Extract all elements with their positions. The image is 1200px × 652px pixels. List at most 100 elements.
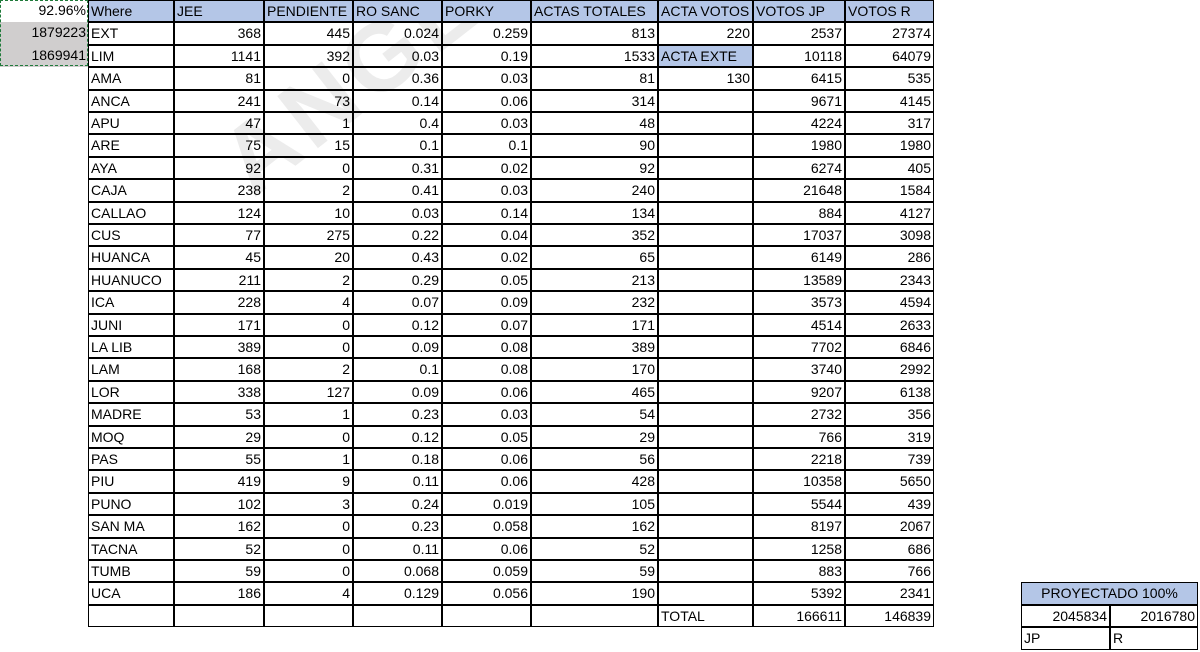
header-pendiente[interactable]: PENDIENTE <box>264 0 353 23</box>
cell-votos-r[interactable]: 766 <box>845 560 934 583</box>
cell-total-empty[interactable] <box>174 604 264 628</box>
cell-ro-sanc[interactable]: 0.22 <box>353 224 442 247</box>
cell-jee[interactable]: 389 <box>174 336 264 359</box>
cell-where[interactable]: CUS <box>88 224 174 247</box>
cell-pendiente[interactable]: 0 <box>264 156 353 180</box>
cell-where[interactable]: LA LIB <box>88 336 174 359</box>
cell-actas-totales[interactable]: 105 <box>531 492 658 516</box>
cell-porky[interactable]: 0.02 <box>442 246 531 269</box>
cell-jee[interactable]: 241 <box>174 89 264 112</box>
total-label[interactable]: TOTAL <box>658 604 753 628</box>
cell-where[interactable]: EXT <box>88 22 174 45</box>
cell-where[interactable]: CAJA <box>88 179 174 202</box>
cell-jee[interactable]: 55 <box>174 448 264 471</box>
cell-acta-votos[interactable] <box>658 134 753 157</box>
cell-acta-votos[interactable] <box>658 560 753 583</box>
cell-porky[interactable]: 0.059 <box>442 560 531 583</box>
cell-votos-r[interactable]: 405 <box>845 156 934 180</box>
cell-porky[interactable]: 0.06 <box>442 537 531 560</box>
cell-actas-totales[interactable]: 65 <box>531 246 658 269</box>
cell-votos-r[interactable]: 1980 <box>845 134 934 157</box>
cell-votos-r[interactable]: 317 <box>845 112 934 135</box>
cell-ro-sanc[interactable]: 0.1 <box>353 134 442 157</box>
cell-actas-totales[interactable]: 171 <box>531 313 658 336</box>
cell-pendiente[interactable]: 20 <box>264 246 353 269</box>
cell-pendiente[interactable]: 0 <box>264 425 353 448</box>
cell-votos-r[interactable]: 64079 <box>845 44 934 68</box>
cell-ro-sanc[interactable]: 0.12 <box>353 313 442 336</box>
cell-jee[interactable]: 162 <box>174 515 264 538</box>
cell-jee[interactable]: 52 <box>174 537 264 560</box>
cell-where[interactable]: LAM <box>88 358 174 381</box>
cell-total-empty[interactable] <box>442 604 531 628</box>
cell-ro-sanc[interactable]: 0.12 <box>353 425 442 448</box>
cell-jee[interactable]: 228 <box>174 291 264 314</box>
cell-actas-totales[interactable]: 162 <box>531 515 658 538</box>
cell-pendiente[interactable]: 275 <box>264 224 353 247</box>
cell-jee[interactable]: 47 <box>174 112 264 135</box>
cell-porky[interactable]: 0.1 <box>442 134 531 157</box>
cell-votos-r[interactable]: 27374 <box>845 22 934 45</box>
cell-actas-totales[interactable]: 29 <box>531 425 658 448</box>
cell-pendiente[interactable]: 127 <box>264 380 353 404</box>
cell-actas-totales[interactable]: 428 <box>531 470 658 493</box>
cell-votos-jp[interactable]: 6415 <box>753 67 845 90</box>
projection-jp-value[interactable]: 2045834 <box>1021 604 1110 628</box>
cell-where[interactable]: MADRE <box>88 403 174 426</box>
cell-jee[interactable]: 45 <box>174 246 264 269</box>
cell-acta-votos[interactable] <box>658 268 753 292</box>
cell-votos-jp[interactable]: 17037 <box>753 224 845 247</box>
cell-votos-r[interactable]: 6138 <box>845 380 934 404</box>
cell-votos-jp[interactable]: 766 <box>753 425 845 448</box>
cell-votos-jp[interactable]: 884 <box>753 201 845 224</box>
cell-where[interactable]: APU <box>88 112 174 135</box>
cell-ro-sanc[interactable]: 0.09 <box>353 380 442 404</box>
cell-jee[interactable]: 77 <box>174 224 264 247</box>
cell-votos-jp[interactable]: 4514 <box>753 313 845 336</box>
cell-ro-sanc[interactable]: 0.23 <box>353 515 442 538</box>
cell-porky[interactable]: 0.06 <box>442 448 531 471</box>
cell-acta-votos[interactable] <box>658 291 753 314</box>
cell-porky[interactable]: 0.06 <box>442 470 531 493</box>
cell-jee[interactable]: 102 <box>174 492 264 516</box>
cell-porky[interactable]: 0.06 <box>442 89 531 112</box>
cell-jee[interactable]: 211 <box>174 268 264 292</box>
cell-actas-totales[interactable]: 54 <box>531 403 658 426</box>
cell-votos-r[interactable]: 356 <box>845 403 934 426</box>
cell-pendiente[interactable]: 445 <box>264 22 353 45</box>
cell-pendiente[interactable]: 3 <box>264 492 353 516</box>
cell-porky[interactable]: 0.259 <box>442 22 531 45</box>
cell-porky[interactable]: 0.08 <box>442 336 531 359</box>
cell-where[interactable]: JUNI <box>88 313 174 336</box>
cell-acta-votos[interactable] <box>658 403 753 426</box>
cell-votos-jp[interactable]: 883 <box>753 560 845 583</box>
cell-pendiente[interactable]: 73 <box>264 89 353 112</box>
cell-where[interactable]: AMA <box>88 67 174 90</box>
cell-votos-r[interactable]: 319 <box>845 425 934 448</box>
cell-jee[interactable]: 75 <box>174 134 264 157</box>
cell-ro-sanc[interactable]: 0.36 <box>353 67 442 90</box>
cell-acta-votos[interactable] <box>658 380 753 404</box>
cell-ro-sanc[interactable]: 0.14 <box>353 89 442 112</box>
cell-porky[interactable]: 0.019 <box>442 492 531 516</box>
cell-porky[interactable]: 0.05 <box>442 425 531 448</box>
cell-votos-jp[interactable]: 21648 <box>753 179 845 202</box>
cell-porky[interactable]: 0.03 <box>442 403 531 426</box>
cell-votos-jp[interactable]: 5544 <box>753 492 845 516</box>
cell-votos-jp[interactable]: 5392 <box>753 582 845 605</box>
cell-porky[interactable]: 0.08 <box>442 358 531 381</box>
cell-pendiente[interactable]: 0 <box>264 336 353 359</box>
cell-pendiente[interactable]: 0 <box>264 313 353 336</box>
cell-where[interactable]: UCA <box>88 582 174 605</box>
cell-acta-votos[interactable] <box>658 492 753 516</box>
cell-total-empty[interactable] <box>353 604 442 628</box>
cell-acta-votos[interactable]: 220 <box>658 22 753 45</box>
projection-r-value[interactable]: 2016780 <box>1110 604 1198 628</box>
total-votos-r[interactable]: 146839 <box>845 604 934 628</box>
cell-porky[interactable]: 0.05 <box>442 268 531 292</box>
cell-jee[interactable]: 29 <box>174 425 264 448</box>
cell-actas-totales[interactable]: 170 <box>531 358 658 381</box>
cell-acta-votos[interactable] <box>658 179 753 202</box>
cell-actas-totales[interactable]: 134 <box>531 201 658 224</box>
cell-votos-r[interactable]: 4127 <box>845 201 934 224</box>
